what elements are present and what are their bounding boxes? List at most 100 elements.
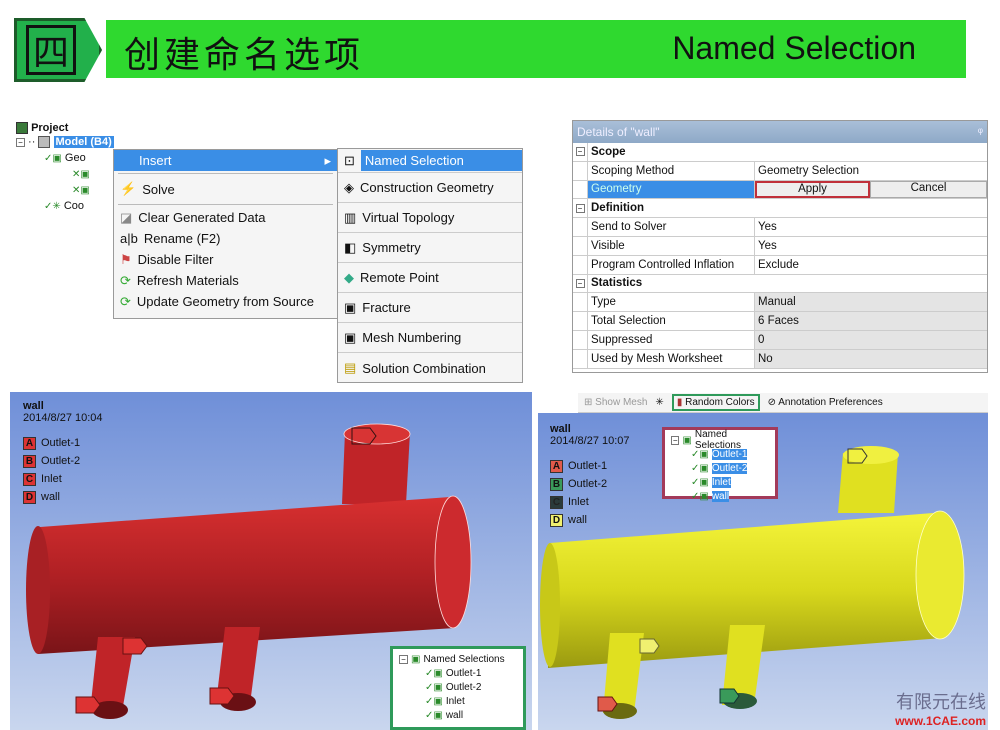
details-panel: Details of "wall" ᵠ − Scope Scoping Method… [572, 120, 988, 373]
view-timestamp: 2014/8/27 10:07 [550, 435, 630, 447]
menu-item-solution-combination[interactable]: ▤ Solution Combination [338, 353, 522, 383]
tree-item[interactable]: ✓▣ Outlet-1 [399, 666, 517, 680]
right-legend: wall 2014/8/27 10:07 A Outlet-1 B Outlet-2… [550, 423, 630, 529]
named-selections-tree: − ▣ Named Selections ✓▣ Outlet-1 ✓▣ Outlet-2… [390, 646, 526, 730]
apply-button[interactable]: Apply [755, 180, 870, 199]
view-title: wall [550, 423, 571, 435]
tree-item[interactable]: ✓▣ wall [671, 489, 769, 503]
row-send-to-solver[interactable]: Send to Solver Yes [573, 218, 987, 237]
group-definition[interactable]: − Definition [573, 199, 987, 219]
lightning-icon: ⚡ [120, 181, 137, 196]
tree-root: − ▣ Named Selections [671, 429, 741, 451]
eraser-icon: ◪ [120, 209, 133, 225]
menu-item-fracture[interactable]: ▣ Fracture [338, 293, 522, 323]
menu-item-disable-filter[interactable]: ⚑ Disable Filter [114, 249, 337, 270]
tree-item[interactable]: ✓▣ Outlet-2 [399, 680, 517, 694]
tree-item[interactable]: ✓▣ Inlet [671, 475, 769, 489]
random-colors-icon: ▮ [676, 397, 683, 408]
fracture-icon: ▣ [344, 299, 357, 315]
title-banner: 创建命名选项 Named Selection [106, 20, 966, 78]
menu-item-insert[interactable]: Insert ▸ [114, 150, 337, 171]
row-geometry[interactable]: Geometry Apply Cancel [573, 180, 987, 200]
virtual-topology-icon: ▥ [344, 209, 357, 225]
row-visible[interactable]: Visible Yes [573, 236, 987, 256]
collapse-icon[interactable]: − [16, 138, 25, 147]
menu-item-mesh-numbering[interactable]: ▣ Mesh Numbering [338, 323, 522, 353]
legend-item: B Outlet-2 [550, 475, 630, 493]
insert-submenu: ⊡ Named Selection ◈ Construction Geometry … [337, 148, 523, 383]
show-mesh-button[interactable]: ⊞ Show Mesh [584, 397, 647, 408]
tree-item[interactable]: ✓▣ Outlet-2 [671, 461, 769, 475]
cancel-button[interactable]: Cancel [870, 180, 987, 199]
menu-item-construction-geometry[interactable]: ◈ Construction Geometry [338, 173, 522, 203]
mesh-numbering-icon: ▣ [344, 329, 357, 345]
menu-item-update-geometry[interactable]: ⟳ Update Geometry from Source [114, 291, 337, 312]
tree-item-project[interactable]: Project [16, 122, 136, 136]
group-scope[interactable]: − Scope [573, 143, 987, 162]
named-selection-icon: ⊡ [344, 152, 355, 168]
geometry-icon: ✓▣ [44, 153, 62, 164]
annotation-preferences-button[interactable]: ⊘ Annotation Preferences [768, 397, 883, 408]
row-used-by-mesh-worksheet: Used by Mesh Worksheet No [573, 349, 987, 369]
menu-item-remote-point[interactable]: ◆ Remote Point [338, 263, 522, 293]
menu-item-refresh-materials[interactable]: ⟳ Refresh Materials [114, 270, 337, 291]
group-statistics[interactable]: − Statistics [573, 274, 987, 294]
solution-combination-icon: ▤ [344, 360, 357, 375]
left-legend: wall 2014/8/27 10:04 A Outlet-1 B Outlet-2… [23, 400, 103, 506]
context-menu: Insert ▸ ⚡ Solve ◪ Clear Generated Data a|b… [113, 149, 338, 319]
project-icon [16, 122, 28, 135]
section-number: 四 [26, 25, 76, 75]
named-selections-icon: ▣ [411, 653, 421, 665]
view-title: wall [23, 400, 44, 412]
annotation-icon: ⊘ [767, 397, 776, 408]
row-inflation[interactable]: Program Controlled Inflation Exclude [573, 255, 987, 275]
menu-item-clear-generated-data[interactable]: ◪ Clear Generated Data [114, 207, 337, 228]
legend-item: C Inlet [23, 470, 103, 488]
title-chinese: 创建命名选项 [124, 35, 365, 76]
filter-icon: ⚑ [120, 251, 132, 267]
left-viewport[interactable]: wall 2014/8/27 10:04 A Outlet-1 B Outlet-2… [10, 392, 532, 730]
axis-icon[interactable]: ✳ [655, 397, 663, 408]
part-icon: ✕▣ [72, 169, 90, 180]
model-icon [38, 136, 51, 149]
refresh-icon: ⟳ [120, 293, 131, 309]
section-badge: 四 [14, 18, 102, 82]
legend-item: A Outlet-1 [550, 457, 630, 475]
tree-root: − ▣ Named Selections [399, 652, 517, 666]
menu-item-virtual-topology[interactable]: ▥ Virtual Topology [338, 203, 522, 233]
symmetry-icon: ◧ [344, 239, 357, 255]
label-flag-d [122, 637, 148, 655]
pin-icon[interactable]: ᵠ [978, 125, 983, 139]
refresh-icon: ⟳ [120, 272, 131, 288]
view-timestamp: 2014/8/27 10:04 [23, 412, 103, 424]
menu-item-solve[interactable]: ⚡ Solve [114, 176, 337, 202]
tree-item[interactable]: ✓▣ wall [399, 708, 517, 722]
menu-item-symmetry[interactable]: ◧ Symmetry [338, 233, 522, 263]
legend-item: C Inlet [550, 493, 630, 511]
legend-item: B Outlet-2 [23, 452, 103, 470]
details-header: Details of "wall" ᵠ [573, 121, 987, 143]
row-suppressed: Suppressed 0 [573, 330, 987, 350]
watermark: 有限元在线 www.1CAE.com [895, 692, 986, 728]
label-flag-b [209, 687, 235, 705]
title-english: Named Selection [672, 30, 916, 66]
coordinate-icon: ✓✳ [44, 201, 61, 212]
right-viewport[interactable]: wall 2014/8/27 10:07 A Outlet-1 B Outlet-2… [538, 413, 988, 730]
legend-item: Dwall [550, 511, 630, 529]
menu-item-named-selection[interactable]: ⊡ Named Selection [338, 149, 522, 173]
tree-item[interactable]: ✓▣ Inlet [399, 694, 517, 708]
menu-item-rename[interactable]: a|b Rename (F2) [114, 228, 337, 249]
viewport-toolbar: ⊞ Show Mesh ✳ ▮ Random Colors ⊘ Annotati… [578, 393, 988, 413]
row-total-selection: Total Selection 6 Faces [573, 312, 987, 331]
row-scoping-method[interactable]: Scoping Method Geometry Selection [573, 161, 987, 181]
legend-item: A Outlet-1 [23, 434, 103, 452]
label-flag-a [75, 696, 101, 714]
construction-geometry-icon: ◈ [344, 179, 354, 195]
named-selections-tree: − ▣ Named Selections ✓▣ Outlet-1 ✓▣ Outlet-2… [662, 427, 778, 502]
random-colors-button[interactable]: ▮ Random Colors [671, 394, 760, 411]
remote-point-icon: ◆ [344, 269, 354, 285]
legend-item: Dwall [23, 488, 103, 506]
submenu-arrow-icon: ▸ [324, 152, 331, 168]
row-type: Type Manual [573, 293, 987, 313]
named-selections-icon: ▣ [682, 434, 692, 446]
